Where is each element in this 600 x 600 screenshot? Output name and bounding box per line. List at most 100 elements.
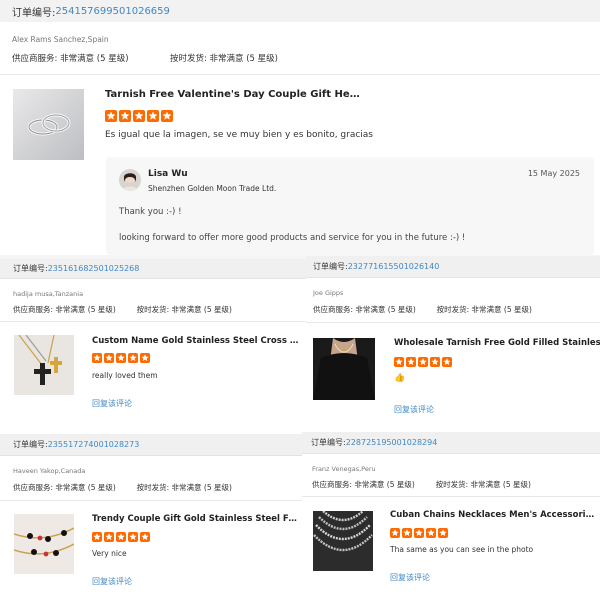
review-text: Very nice bbox=[92, 549, 127, 558]
star-icon bbox=[128, 532, 138, 542]
star-rating bbox=[92, 532, 150, 542]
review-card-4: 订单编号: 235517274001028273 Haveen Yakop,Can… bbox=[0, 434, 302, 600]
product-thumbnail[interactable] bbox=[313, 511, 373, 571]
reply-text-line-2: looking forward to offer more good produ… bbox=[119, 233, 466, 243]
star-icon bbox=[161, 110, 173, 122]
star-icon bbox=[390, 528, 400, 538]
product-thumbnail[interactable] bbox=[14, 514, 74, 574]
order-number-bar: 订单编号: 228725195001028294 bbox=[302, 432, 600, 454]
order-label: 订单编号: bbox=[13, 440, 48, 449]
order-number-link[interactable]: 254157699501026659 bbox=[55, 6, 170, 17]
star-icon bbox=[438, 528, 448, 538]
seller-name: Lisa Wu bbox=[148, 169, 188, 179]
review-text: really loved them bbox=[92, 371, 158, 380]
shipping-value: 非常满意 (5 星级) bbox=[209, 54, 278, 64]
star-icon bbox=[105, 110, 117, 122]
divider bbox=[0, 321, 306, 322]
star-rating bbox=[394, 357, 452, 367]
star-rating bbox=[105, 110, 173, 122]
shipping-label: 按时发货: bbox=[169, 54, 207, 64]
buyer-name: Haveen Yakop,Canada bbox=[13, 467, 86, 475]
star-icon bbox=[406, 357, 416, 367]
product-title-link[interactable]: Trendy Couple Gift Gold Stainless Steel … bbox=[92, 514, 298, 524]
shipping-value: 非常满意 (5 星级) bbox=[471, 305, 532, 314]
order-number-bar: 订单编号: 235161682501025268 bbox=[0, 259, 306, 279]
product-title-link[interactable]: Wholesale Tarnish Free Gold Filled Stain… bbox=[394, 338, 600, 348]
order-number-link[interactable]: 232771615501026140 bbox=[348, 262, 440, 271]
supplier-label: 供应商服务: bbox=[13, 305, 54, 314]
seller-avatar bbox=[119, 169, 141, 191]
order-number-link[interactable]: 235517274001028273 bbox=[48, 440, 140, 449]
star-icon bbox=[394, 357, 404, 367]
review-card-3: 订单编号: 232771615501026140 Joe Gipps 供应商服务:… bbox=[306, 256, 600, 426]
shipping-label: 按时发货: bbox=[435, 480, 469, 489]
order-number-bar: 订单编号: 254157699501026659 bbox=[0, 0, 600, 22]
order-label: 订单编号: bbox=[313, 262, 348, 271]
divider bbox=[0, 74, 600, 75]
seller-company: Shenzhen Golden Moon Trade Ltd. bbox=[148, 184, 277, 193]
star-icon bbox=[414, 528, 424, 538]
divider bbox=[302, 496, 600, 497]
star-icon bbox=[147, 110, 159, 122]
ratings-row: 供应商服务: 非常满意 (5 星级) 按时发货: 非常满意 (5 星级) bbox=[312, 479, 531, 490]
star-icon bbox=[442, 357, 452, 367]
product-thumbnail[interactable] bbox=[13, 89, 84, 160]
review-card-5: 订单编号: 228725195001028294 Franz Venegas,Pe… bbox=[302, 432, 600, 600]
star-icon bbox=[92, 353, 102, 363]
reply-review-link[interactable]: 回复该评论 bbox=[394, 404, 434, 415]
reply-review-link[interactable]: 回复该评论 bbox=[92, 576, 132, 587]
shipping-label: 按时发货: bbox=[136, 483, 170, 492]
product-thumbnail[interactable] bbox=[14, 335, 74, 395]
order-number-bar: 订单编号: 235517274001028273 bbox=[0, 434, 302, 456]
order-number-link[interactable]: 235161682501025268 bbox=[48, 264, 140, 273]
reply-date: 15 May 2025 bbox=[527, 169, 580, 178]
supplier-value: 非常满意 (5 星级) bbox=[55, 305, 116, 314]
buyer-name: Alex Rams Sanchez,Spain bbox=[12, 35, 109, 44]
supplier-value: 非常满意 (5 星级) bbox=[60, 54, 129, 64]
product-title-link[interactable]: Custom Name Gold Stainless Steel Cross P… bbox=[92, 336, 300, 346]
star-rating bbox=[390, 528, 448, 538]
star-icon bbox=[119, 110, 131, 122]
star-icon bbox=[116, 532, 126, 542]
shipping-value: 非常满意 (5 星级) bbox=[171, 483, 232, 492]
star-icon bbox=[128, 353, 138, 363]
star-icon bbox=[92, 532, 102, 542]
reply-review-link[interactable]: 回复该评论 bbox=[390, 572, 430, 583]
order-number-bar: 订单编号: 232771615501026140 bbox=[306, 256, 600, 278]
reply-text-line-1: Thank you :-) ! bbox=[119, 207, 182, 217]
review-text: Tha same as you can see in the photo bbox=[390, 545, 534, 554]
supplier-value: 非常满意 (5 星级) bbox=[355, 305, 416, 314]
star-icon bbox=[140, 353, 150, 363]
divider bbox=[306, 322, 600, 323]
star-icon bbox=[418, 357, 428, 367]
shipping-value: 非常满意 (5 星级) bbox=[470, 480, 531, 489]
star-icon bbox=[104, 532, 114, 542]
ratings-row: 供应商服务: 非常满意 (5 星级) 按时发货: 非常满意 (5 星级) bbox=[12, 52, 278, 64]
star-icon bbox=[140, 532, 150, 542]
shipping-value: 非常满意 (5 星级) bbox=[171, 305, 232, 314]
review-card-1: 订单编号: 254157699501026659 Alex Rams Sanche… bbox=[0, 0, 600, 255]
product-title-link[interactable]: Cuban Chains Necklaces Men's Accessories… bbox=[390, 510, 596, 520]
star-icon bbox=[402, 528, 412, 538]
order-label: 订单编号: bbox=[311, 438, 346, 447]
star-rating bbox=[92, 353, 150, 363]
star-icon bbox=[430, 357, 440, 367]
shipping-label: 按时发货: bbox=[436, 305, 470, 314]
review-card-2: 订单编号: 235161682501025268 hadija musa,Tanz… bbox=[0, 259, 306, 424]
order-number-link[interactable]: 228725195001028294 bbox=[346, 438, 438, 447]
supplier-label: 供应商服务: bbox=[13, 483, 54, 492]
product-thumbnail[interactable] bbox=[313, 338, 375, 400]
supplier-value: 非常满意 (5 星级) bbox=[55, 483, 116, 492]
ratings-row: 供应商服务: 非常满意 (5 星级) 按时发货: 非常满意 (5 星级) bbox=[13, 304, 232, 315]
ratings-row: 供应商服务: 非常满意 (5 星级) 按时发货: 非常满意 (5 星级) bbox=[13, 482, 232, 493]
supplier-value: 非常满意 (5 星级) bbox=[354, 480, 415, 489]
shipping-label: 按时发货: bbox=[136, 305, 170, 314]
star-icon bbox=[133, 110, 145, 122]
supplier-label: 供应商服务: bbox=[312, 480, 353, 489]
divider bbox=[0, 500, 302, 501]
buyer-name: Joe Gipps bbox=[313, 289, 344, 297]
reply-review-link[interactable]: 回复该评论 bbox=[92, 398, 132, 409]
buyer-name: hadija musa,Tanzania bbox=[13, 290, 84, 298]
product-title-link[interactable]: Tarnish Free Valentine's Day Couple Gift… bbox=[105, 89, 365, 100]
seller-reply-box: Lisa Wu Shenzhen Golden Moon Trade Ltd. … bbox=[106, 157, 594, 255]
